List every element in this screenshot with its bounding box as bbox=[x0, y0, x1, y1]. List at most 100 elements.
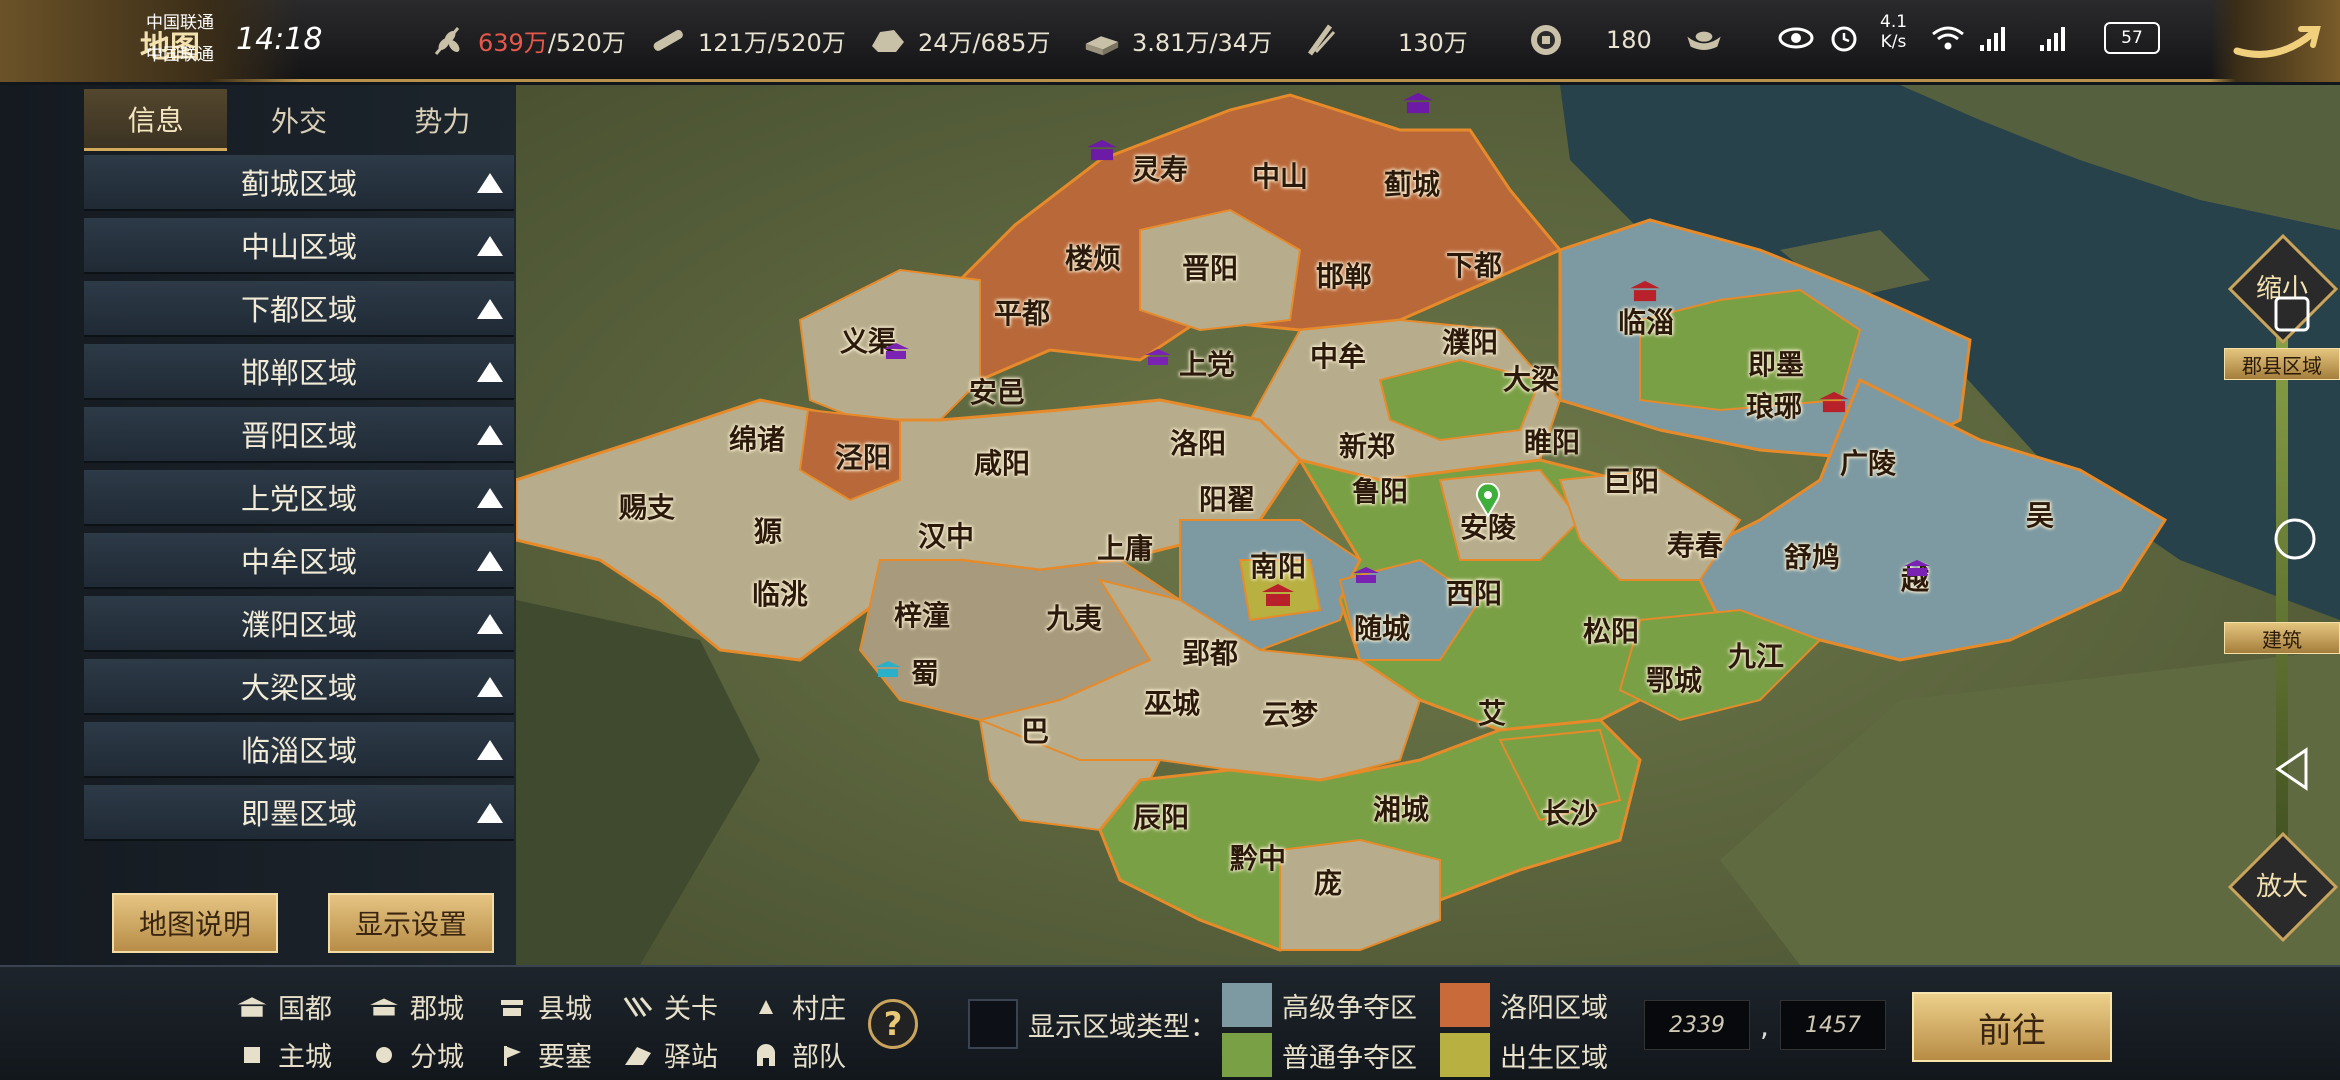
region-item[interactable]: 上党区域 bbox=[84, 470, 514, 526]
tab-info[interactable]: 信息 bbox=[84, 89, 228, 151]
city-label-jingyang[interactable]: 泾阳 bbox=[835, 436, 891, 476]
go-button[interactable]: 前往 bbox=[1912, 992, 2112, 1062]
region-item[interactable]: 大梁区域 bbox=[84, 659, 514, 715]
city-label-jiujiang[interactable]: 九江 bbox=[1728, 635, 1784, 675]
prefecture-icon[interactable] bbox=[881, 341, 911, 361]
circle-home-icon[interactable] bbox=[2272, 516, 2318, 562]
square-nav-icon[interactable] bbox=[2272, 294, 2312, 334]
city-label-shangdang[interactable]: 上党 bbox=[1179, 343, 1235, 383]
city-label-shouchun[interactable]: 寿春 bbox=[1667, 524, 1723, 564]
city-label-pang[interactable]: 庞 bbox=[1314, 862, 1342, 902]
triangle-back-icon[interactable] bbox=[2272, 746, 2312, 792]
tab-diplomacy[interactable]: 外交 bbox=[227, 89, 370, 151]
region-item[interactable]: 即墨区域 bbox=[84, 785, 514, 841]
map-help-button[interactable]: 地图说明 bbox=[112, 893, 278, 953]
city-label-juyang[interactable]: 巨阳 bbox=[1603, 460, 1659, 500]
tab-faction[interactable]: 势力 bbox=[371, 89, 514, 151]
city-label-guangling[interactable]: 广陵 bbox=[1840, 442, 1896, 482]
city-label-zhongshan[interactable]: 中山 bbox=[1252, 155, 1308, 195]
city-label-ba[interactable]: 巴 bbox=[1021, 710, 1049, 750]
city-label-loufan[interactable]: 楼烦 bbox=[1065, 237, 1121, 277]
city-label-pingdu[interactable]: 平都 bbox=[994, 292, 1050, 332]
show-region-type-checkbox[interactable] bbox=[968, 999, 1018, 1049]
prefecture-icon[interactable] bbox=[1351, 565, 1381, 585]
city-label-zitong[interactable]: 梓潼 bbox=[894, 594, 950, 634]
region-list[interactable]: 蓟城区域 中山区域 下都区域 邯郸区域 晋阳区域 上党区域 中牟区域 濮阳区域 … bbox=[84, 155, 514, 855]
city-label-wu[interactable]: 吴 bbox=[2026, 494, 2054, 534]
resource-grain[interactable]: 639万/520万 bbox=[428, 20, 626, 60]
city-label-handan[interactable]: 邯郸 bbox=[1316, 255, 1372, 295]
city-label-zhongmou[interactable]: 中牟 bbox=[1310, 335, 1366, 375]
city-label-jiuyi[interactable]: 九夷 bbox=[1046, 597, 1102, 637]
player-location-pin-icon[interactable] bbox=[1475, 483, 1501, 517]
city-label-huan[interactable]: 獂 bbox=[754, 510, 782, 550]
close-map-button[interactable] bbox=[2220, 10, 2330, 70]
city-label-ai[interactable]: 艾 bbox=[1478, 692, 1506, 732]
resource-gold[interactable] bbox=[1684, 20, 1724, 60]
region-item[interactable]: 中山区域 bbox=[84, 218, 514, 274]
city-label-xiyang[interactable]: 西阳 bbox=[1446, 572, 1502, 612]
city-label-cizhi[interactable]: 赐支 bbox=[619, 486, 675, 526]
city-label-puyang[interactable]: 濮阳 bbox=[1442, 321, 1498, 361]
city-label-suicheng[interactable]: 随城 bbox=[1354, 607, 1410, 647]
world-map[interactable]: 灵寿 中山 蓟城 楼烦 晋阳 邯郸 下都 义渠 平都 上党 中牟 濮阳 临淄 即… bbox=[516, 85, 2340, 965]
city-label-langya[interactable]: 琅琊 bbox=[1746, 385, 1802, 425]
capital-icon[interactable] bbox=[1260, 582, 1296, 608]
level-tag-county[interactable]: 郡县区域 bbox=[2224, 348, 2340, 380]
city-label-songyang[interactable]: 松阳 bbox=[1583, 610, 1639, 650]
region-item[interactable]: 晋阳区域 bbox=[84, 407, 514, 463]
city-label-lintao[interactable]: 临洮 bbox=[752, 573, 808, 613]
coord-y-input[interactable]: 1457 bbox=[1780, 1000, 1886, 1050]
city-label-nanyang[interactable]: 南阳 bbox=[1250, 545, 1306, 585]
city-label-shangyong[interactable]: 上庸 bbox=[1097, 527, 1153, 567]
resource-wood[interactable]: 121万/520万 bbox=[648, 20, 846, 60]
city-label-yangzhai[interactable]: 阳翟 bbox=[1199, 478, 1255, 518]
city-label-xiangcheng[interactable]: 湘城 bbox=[1373, 788, 1429, 828]
city-label-chenyang[interactable]: 辰阳 bbox=[1133, 796, 1189, 836]
resource-iron[interactable]: 3.81万/34万 bbox=[1082, 20, 1272, 60]
city-label-xianyang[interactable]: 咸阳 bbox=[974, 442, 1030, 482]
city-label-shu[interactable]: 蜀 bbox=[911, 652, 939, 692]
help-button[interactable]: ? bbox=[868, 999, 918, 1049]
region-item[interactable]: 临淄区域 bbox=[84, 722, 514, 778]
resource-stone[interactable]: 24万/685万 bbox=[868, 20, 1050, 60]
city-label-linzi[interactable]: 临淄 bbox=[1618, 301, 1674, 341]
city-label-lingshou[interactable]: 灵寿 bbox=[1132, 148, 1188, 188]
display-settings-button[interactable]: 显示设置 bbox=[328, 893, 494, 953]
city-label-hanzhong[interactable]: 汉中 bbox=[918, 515, 974, 555]
resource-decree[interactable]: 130万 bbox=[1300, 20, 1468, 60]
city-label-suiyang[interactable]: 睢阳 bbox=[1524, 421, 1580, 461]
region-item[interactable]: 蓟城区域 bbox=[84, 155, 514, 211]
capital-icon[interactable] bbox=[1401, 91, 1435, 115]
capital-icon[interactable] bbox=[1085, 138, 1119, 162]
city-label-luyang[interactable]: 鲁阳 bbox=[1352, 470, 1408, 510]
prefecture-icon[interactable] bbox=[1143, 347, 1173, 367]
resource-coin[interactable]: 180 bbox=[1526, 20, 1652, 60]
city-label-qianzhong[interactable]: 黔中 bbox=[1230, 837, 1286, 877]
capital-icon[interactable] bbox=[1628, 279, 1662, 303]
city-label-shujiu[interactable]: 舒鸠 bbox=[1784, 536, 1840, 576]
city-label-anyi[interactable]: 安邑 bbox=[969, 371, 1025, 411]
region-item[interactable]: 下都区域 bbox=[84, 281, 514, 337]
city-label-yingdu[interactable]: 郢都 bbox=[1182, 632, 1238, 672]
region-item[interactable]: 濮阳区域 bbox=[84, 596, 514, 652]
city-label-luoyang[interactable]: 洛阳 bbox=[1170, 422, 1226, 462]
city-label-echeng[interactable]: 鄂城 bbox=[1646, 659, 1702, 699]
city-label-daliang[interactable]: 大梁 bbox=[1503, 358, 1559, 398]
capital-icon[interactable] bbox=[1817, 390, 1851, 414]
city-label-jinyang[interactable]: 晋阳 bbox=[1182, 247, 1238, 287]
city-label-yunmeng[interactable]: 云梦 bbox=[1262, 693, 1318, 733]
city-label-jicheng[interactable]: 蓟城 bbox=[1384, 163, 1440, 203]
city-label-wucheng[interactable]: 巫城 bbox=[1144, 682, 1200, 722]
region-item[interactable]: 邯郸区域 bbox=[84, 344, 514, 400]
city-label-mianzhu[interactable]: 绵诸 bbox=[729, 418, 785, 458]
coord-x-input[interactable]: 2339 bbox=[1644, 1000, 1750, 1050]
city-label-changsha[interactable]: 长沙 bbox=[1542, 792, 1598, 832]
region-item[interactable]: 中牟区域 bbox=[84, 533, 514, 589]
city-label-jimo[interactable]: 即墨 bbox=[1748, 343, 1804, 383]
prefecture-icon[interactable] bbox=[1902, 558, 1932, 578]
level-tag-building[interactable]: 建筑 bbox=[2224, 622, 2340, 654]
city-label-xiadu[interactable]: 下都 bbox=[1446, 244, 1502, 284]
city-label-xinzheng[interactable]: 新郑 bbox=[1339, 425, 1395, 465]
prefecture-icon[interactable] bbox=[873, 659, 903, 679]
